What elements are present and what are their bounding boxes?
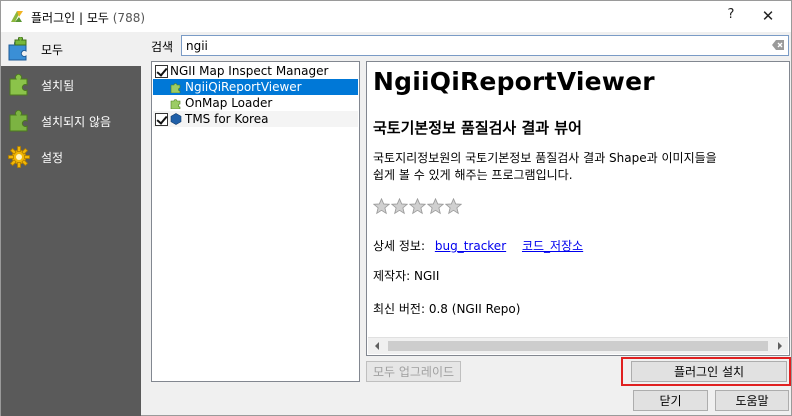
description-line: 쉽게 볼 수 있게 해주는 프로그램입니다. <box>373 168 573 182</box>
star-icon <box>373 198 390 215</box>
install-plugin-button[interactable]: 플러그인 설치 <box>631 361 787 382</box>
puzzle-piece-icon <box>170 83 181 93</box>
sidebar-item-installed[interactable]: 설치됨 <box>1 68 141 102</box>
qgis-logo-icon <box>11 11 23 22</box>
sidebar-item-settings[interactable]: 설정 <box>1 140 141 174</box>
puzzle-installed-icon <box>5 71 33 99</box>
more-info-label: 상세 정보: <box>373 239 426 253</box>
plugin-list: NGII Map Inspect Manager NgiiQiReportVie… <box>151 61 360 382</box>
help-icon[interactable]: ? <box>721 7 741 25</box>
plugin-name: TMS for Korea <box>185 112 269 126</box>
sidebar-item-label: 모두 <box>41 42 64 57</box>
star-icon <box>445 198 462 215</box>
author-value: NGII <box>414 269 440 283</box>
plugin-list-item[interactable]: NGII Map Inspect Manager <box>153 63 358 79</box>
plugin-title: NgiiQiReportViewer <box>373 67 655 96</box>
plugin-name: OnMap Loader <box>185 96 273 110</box>
upgrade-all-button[interactable]: 모두 업그레이드 <box>366 361 461 382</box>
sidebar-item-all[interactable]: 모두 <box>1 32 141 66</box>
scroll-right-icon[interactable] <box>771 338 788 354</box>
horizontal-scrollbar[interactable] <box>368 337 788 354</box>
version-value: 0.8 (NGII Repo) <box>428 302 521 316</box>
plugin-count: (788) <box>112 11 146 25</box>
scrollbar-thumb[interactable] <box>388 341 768 351</box>
sidebar-item-label: 설정 <box>41 150 64 165</box>
rating-stars[interactable] <box>373 198 462 215</box>
bug-tracker-link[interactable]: bug_tracker <box>435 239 506 253</box>
star-icon <box>409 198 426 215</box>
plugin-list-item-selected[interactable]: NgiiQiReportViewer <box>153 79 358 95</box>
plugin-enable-checkbox[interactable] <box>155 64 168 78</box>
gear-icon <box>5 143 33 171</box>
author-label: 제작자: <box>373 269 411 283</box>
search-box <box>181 35 789 56</box>
checkbox-spacer <box>155 97 168 110</box>
star-icon <box>391 198 408 215</box>
search-input[interactable] <box>186 37 756 54</box>
plugin-list-item[interactable]: OnMap Loader <box>153 95 358 111</box>
star-icon <box>427 198 444 215</box>
version-row: 최신 버전: 0.8 (NGII Repo) <box>373 300 520 317</box>
plugin-details-panel: NgiiQiReportViewer 국토기본정보 품질검사 결과 뷰어 국토지… <box>366 61 790 356</box>
plugin-enable-checkbox[interactable] <box>155 112 168 126</box>
plugin-list-item[interactable]: TMS for Korea <box>153 111 358 127</box>
checkbox-spacer <box>155 81 168 94</box>
puzzle-all-icon <box>5 35 33 63</box>
plugin-name: NGII Map Inspect Manager <box>170 64 329 78</box>
close-button[interactable]: 닫기 <box>633 390 708 411</box>
author-row: 제작자: NGII <box>373 267 439 284</box>
help-button[interactable]: 도움말 <box>715 390 789 411</box>
title-bar: 플러그인 | 모두 (788) ? ✕ <box>1 1 791 32</box>
plugin-manager-window: 플러그인 | 모두 (788) ? ✕ 모두 설치됨 설치되지 않음 설정 검색… <box>0 0 792 416</box>
more-info-row: 상세 정보: bug_tracker 코드_저장소 <box>373 237 583 254</box>
window-title: 플러그인 | 모두 (788) <box>31 9 145 26</box>
window-title-label: 플러그인 | 모두 <box>31 11 109 25</box>
search-label: 검색 <box>151 40 174 54</box>
puzzle-piece-icon <box>170 99 181 109</box>
close-icon[interactable]: ✕ <box>753 4 783 28</box>
globe-hex-icon <box>170 113 182 125</box>
sidebar: 모두 설치됨 설치되지 않음 설정 <box>1 32 141 416</box>
plugin-subtitle: 국토기본정보 품질검사 결과 뷰어 <box>373 119 582 137</box>
plugin-name: NgiiQiReportViewer <box>185 80 302 94</box>
description-line: 국토지리정보원의 국토기본정보 품질검사 결과 Shape과 이미지들을 <box>373 151 717 165</box>
plugin-description: 국토지리정보원의 국토기본정보 품질검사 결과 Shape과 이미지들을 쉽게 … <box>373 150 788 184</box>
puzzle-not-installed-icon <box>5 107 33 135</box>
code-repository-link[interactable]: 코드_저장소 <box>522 239 583 253</box>
scroll-left-icon[interactable] <box>368 338 385 354</box>
clear-search-icon[interactable] <box>772 40 784 50</box>
sidebar-item-label: 설치되지 않음 <box>41 114 112 129</box>
version-label: 최신 버전: <box>373 302 426 316</box>
sidebar-item-not-installed[interactable]: 설치되지 않음 <box>1 104 141 138</box>
sidebar-item-label: 설치됨 <box>41 78 75 93</box>
